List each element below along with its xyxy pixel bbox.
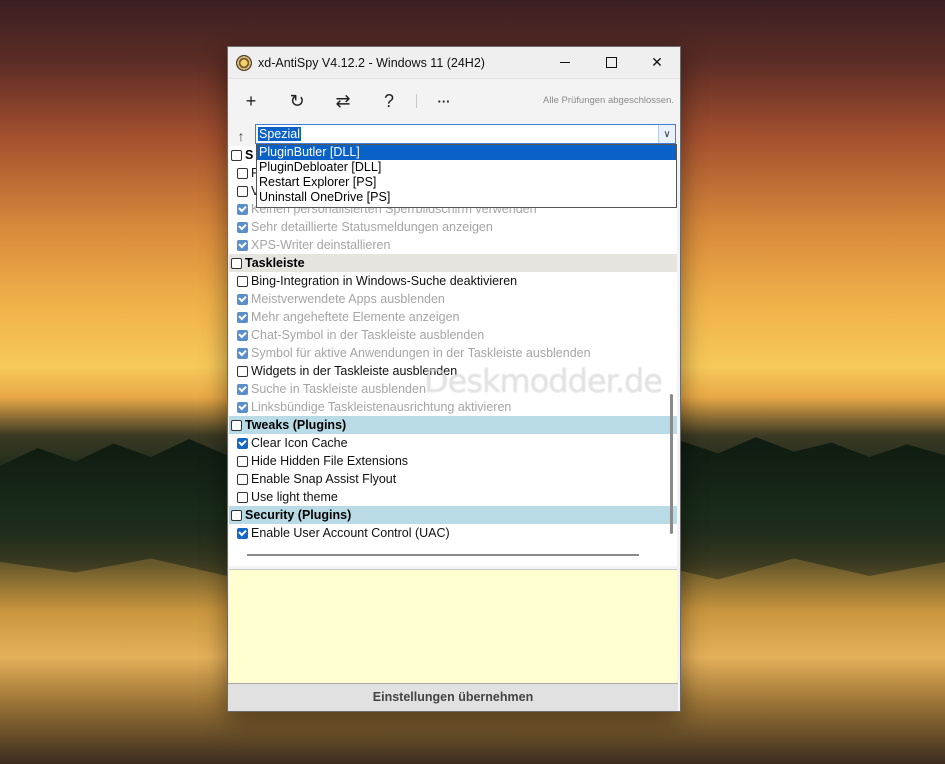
setting-row[interactable]: Sehr detaillierte Statusmeldungen anzeig… <box>229 218 677 236</box>
refresh-button[interactable]: ↻ <box>274 83 320 119</box>
setting-label: XPS-Writer deinstallieren <box>251 238 391 252</box>
checkbox[interactable] <box>231 419 242 431</box>
apply-settings-button[interactable]: Einstellungen übernehmen <box>228 683 678 711</box>
checkbox[interactable] <box>231 257 242 269</box>
settings-list: SPVKeinen personalisierten Sperrbildschi… <box>229 146 677 566</box>
setting-row[interactable]: XPS-Writer deinstallieren <box>229 236 677 254</box>
checkbox[interactable] <box>237 491 248 503</box>
checkbox[interactable] <box>237 203 248 215</box>
category-header[interactable]: Tweaks (Plugins) <box>229 416 677 434</box>
setting-row[interactable]: Linksbündige Taskleistenausrichtung akti… <box>229 398 677 416</box>
checkbox[interactable] <box>237 329 248 341</box>
checkbox[interactable] <box>237 455 248 467</box>
setting-row[interactable]: Bing-Integration in Windows-Suche deakti… <box>229 272 677 290</box>
window-controls: ✕ <box>542 47 680 78</box>
combobox-selected-value: Spezial <box>258 127 301 141</box>
setting-row[interactable]: Clear Icon Cache <box>229 434 677 452</box>
maximize-icon <box>605 57 617 68</box>
vertical-scrollbar[interactable] <box>670 394 673 534</box>
setting-label: Meistverwendete Apps ausblenden <box>251 292 445 306</box>
category-label: Taskleiste <box>245 256 305 270</box>
checkbox[interactable] <box>231 509 242 521</box>
dropdown-option[interactable]: PluginButler [DLL] <box>257 145 676 160</box>
checkbox[interactable] <box>237 347 248 359</box>
setting-label: Symbol für aktive Anwendungen in der Tas… <box>251 346 591 360</box>
setting-row[interactable]: Mehr angeheftete Elemente anzeigen <box>229 308 677 326</box>
checkbox[interactable] <box>237 293 248 305</box>
help-button[interactable]: ? <box>366 83 412 119</box>
checkbox[interactable] <box>231 149 242 161</box>
setting-row[interactable]: Hide Hidden File Extensions <box>229 452 677 470</box>
checkbox[interactable] <box>237 275 248 287</box>
more-button[interactable]: ··· <box>421 83 467 119</box>
checkbox[interactable] <box>237 239 248 251</box>
category-filter-combobox[interactable]: Spezial ∨ <box>255 124 676 144</box>
chevron-down-icon[interactable]: ∨ <box>658 125 675 143</box>
horizontal-scrollbar[interactable] <box>247 554 639 556</box>
checkbox[interactable] <box>237 401 248 413</box>
setting-label: Enable Snap Assist Flyout <box>251 472 397 486</box>
setting-label: Bing-Integration in Windows-Suche deakti… <box>251 274 518 288</box>
maximize-button[interactable] <box>588 47 634 78</box>
checkbox[interactable] <box>237 167 248 179</box>
window-title: xd-AntiSpy V4.12.2 - Windows 11 (24H2) <box>258 55 485 70</box>
ellipsis-icon: ··· <box>437 93 451 109</box>
setting-label: Use light theme <box>251 490 338 504</box>
sort-up-icon[interactable]: ↑ <box>230 128 252 144</box>
category-label: Tweaks (Plugins) <box>245 418 347 432</box>
filter-dropdown-list: PluginButler [DLL] PluginDebloater [DLL] R… <box>256 144 677 208</box>
setting-label: Mehr angeheftete Elemente anzeigen <box>251 310 460 324</box>
checkbox[interactable] <box>237 383 248 395</box>
status-text: Alle Prüfungen abgeschlossen. <box>543 95 674 106</box>
setting-label: Chat-Symbol in der Taskleiste ausblenden <box>251 328 485 342</box>
checkbox[interactable] <box>237 437 248 449</box>
checkbox[interactable] <box>237 311 248 323</box>
refresh-icon: ↻ <box>289 90 305 111</box>
setting-row[interactable]: Enable Snap Assist Flyout <box>229 470 677 488</box>
setting-row[interactable]: Symbol für aktive Anwendungen in der Tas… <box>229 344 677 362</box>
checkbox[interactable] <box>237 221 248 233</box>
watermark: Deskmodder.de <box>424 362 663 400</box>
setting-row[interactable]: Chat-Symbol in der Taskleiste ausblenden <box>229 326 677 344</box>
switch-view-button[interactable]: ⇄ <box>320 83 366 119</box>
close-button[interactable]: ✕ <box>634 47 680 78</box>
setting-row[interactable]: Use light theme <box>229 488 677 506</box>
category-header[interactable]: Security (Plugins) <box>229 506 677 524</box>
setting-row[interactable]: Enable User Account Control (UAC) <box>229 524 677 542</box>
toolbar-separator <box>416 94 417 108</box>
setting-label: Suche in Taskleiste ausblenden <box>251 382 426 396</box>
category-header[interactable]: Taskleiste <box>229 254 677 272</box>
setting-label: Linksbündige Taskleistenausrichtung akti… <box>251 400 512 414</box>
dropdown-option[interactable]: Uninstall OneDrive [PS] <box>257 190 676 205</box>
minimize-button[interactable] <box>542 47 588 78</box>
toolbar: + ↻ ⇄ ? ··· Alle Prüfungen abgeschlossen… <box>228 79 680 123</box>
app-logo-icon <box>236 54 252 71</box>
checkbox[interactable] <box>237 473 248 485</box>
dropdown-option[interactable]: PluginDebloater [DLL] <box>257 160 676 175</box>
minimize-icon <box>560 62 570 63</box>
checkbox[interactable] <box>237 365 248 377</box>
setting-label: Sehr detaillierte Statusmeldungen anzeig… <box>251 220 493 234</box>
setting-label: Hide Hidden File Extensions <box>251 454 409 468</box>
setting-label: Enable User Account Control (UAC) <box>251 526 450 540</box>
log-panel[interactable] <box>229 569 677 684</box>
dropdown-option[interactable]: Restart Explorer [PS] <box>257 175 676 190</box>
app-window: xd-AntiSpy V4.12.2 - Windows 11 (24H2) ✕… <box>227 46 681 712</box>
category-label: S <box>245 148 254 162</box>
checkbox[interactable] <box>237 185 248 197</box>
checkbox[interactable] <box>237 527 248 539</box>
category-label: Security (Plugins) <box>245 508 352 522</box>
add-button[interactable]: + <box>228 83 274 119</box>
plus-icon: + <box>245 90 257 111</box>
setting-label: Clear Icon Cache <box>251 436 348 450</box>
close-icon: ✕ <box>651 54 663 70</box>
setting-row[interactable]: Meistverwendete Apps ausblenden <box>229 290 677 308</box>
help-icon: ? <box>383 90 394 111</box>
swap-arrows-icon: ⇄ <box>335 90 351 111</box>
title-bar[interactable]: xd-AntiSpy V4.12.2 - Windows 11 (24H2) ✕ <box>228 47 680 79</box>
